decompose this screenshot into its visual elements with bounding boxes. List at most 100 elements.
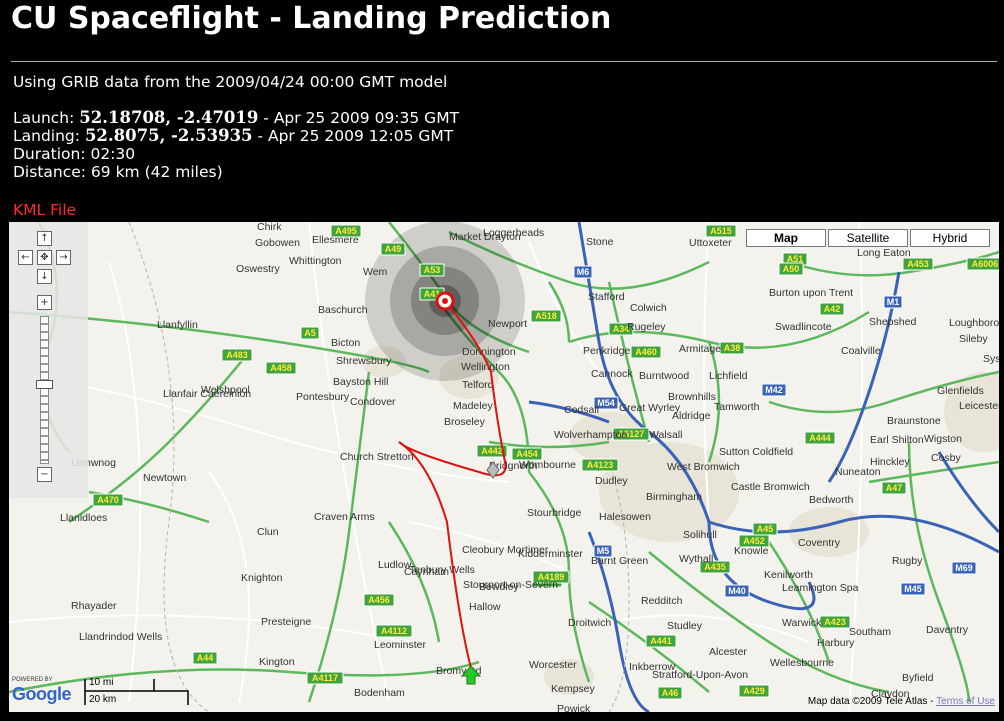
landing-line: Landing: 52.8075, -2.53935 - Apr 25 2009… [13,126,459,146]
svg-text:M42: M42 [765,385,783,395]
landing-coords: 52.8075, -2.53935 [84,126,253,145]
kml-file-link[interactable]: KML File [13,201,76,219]
svg-text:M69: M69 [955,563,973,573]
place-label: Stourbridge [527,507,581,519]
place-label: Stone [586,236,614,248]
place-label: Bayston Hill [333,376,388,388]
place-label: Loughborough [949,317,999,329]
place-label: Dudley [595,475,628,487]
google-logo[interactable]: POWERED BY Google [12,677,72,705]
place-label: Aldridge [672,410,711,422]
motorway-badge: M6 [573,265,593,279]
place-label: Armitage [679,343,721,355]
place-label: Barnt Green [591,555,648,567]
road-badge: A518 [530,309,562,323]
place-label: Baschurch [318,304,368,316]
place-label: Uttoxeter [689,237,732,249]
road-badge: A45 [752,522,778,536]
place-label: Harbury [817,637,855,649]
motorway-badge: M42 [761,383,787,397]
svg-text:A38: A38 [724,343,741,353]
svg-text:A53: A53 [424,265,441,275]
place-label: Daventry [926,624,969,636]
map-type-satellite-button[interactable]: Satellite [828,229,908,247]
place-label: Coventry [798,537,841,549]
place-label: Cosby [931,452,962,464]
place-label: Whittington [289,255,342,267]
road-badge: A453 [902,257,934,271]
place-label: Wem [363,266,388,278]
map-view[interactable]: A495 A49 A53 A41 A518 A34 A460 A38 A5 A483 A458 A44… [9,222,999,712]
place-label: Droitwich [568,617,611,629]
svg-text:A460: A460 [635,347,657,357]
pan-down-button[interactable]: ↓ [37,269,52,284]
road-badge: A456 [363,593,395,607]
place-label: Stratford-Upon-Avon [652,669,748,681]
place-label: Worcester [529,659,577,671]
place-label: Halesowen [599,511,651,523]
terms-of-use-link[interactable]: Terms of Use [936,696,995,707]
place-label: Bodenham [354,687,405,699]
place-label: Wolverhampton [554,429,628,441]
place-label: Knowle [734,545,769,557]
place-label: Swadlincote [775,321,832,333]
launch-line: Launch: 52.18708, -2.47019 - Apr 25 2009… [13,109,459,128]
svg-text:A49: A49 [385,244,402,254]
page-title: CU Spaceflight - Landing Prediction [11,1,612,36]
svg-text:A441: A441 [650,636,672,646]
svg-text:M54: M54 [597,398,615,408]
pan-up-button[interactable]: ↑ [37,231,52,246]
place-label: Leominster [374,639,426,651]
place-label: Shrewsbury [336,355,392,367]
place-label: Presteigne [261,616,311,628]
place-label: Llandrindod Wells [79,631,162,643]
map-type-map-button[interactable]: Map [746,229,826,247]
place-label: Oswestry [236,263,281,275]
svg-text:A423: A423 [824,617,846,627]
place-label: Southam [849,626,891,638]
pan-center-button[interactable]: ✥ [37,250,52,265]
svg-text:M45: M45 [904,584,922,594]
place-label: Church Stretton [340,451,414,463]
place-label: Bewdley [479,581,519,593]
place-label: Loggerheads [483,227,544,239]
place-label: Caynham [404,566,449,578]
pan-left-button[interactable]: ← [18,250,33,265]
place-label: Gobowen [255,237,300,249]
place-label: Craven Arms [314,511,375,523]
map-type-hybrid-button[interactable]: Hybrid [910,229,990,247]
copyright-text: Map data ©2009 Tele Atlas - [807,696,937,707]
landing-label: Landing: [13,127,80,145]
place-label: Newport [488,318,527,330]
place-label: Bicton [331,337,360,349]
place-label: Glenfields [937,385,984,397]
road-badge: A5 [300,326,320,340]
place-label: Kington [259,656,295,668]
road-badge: A444 [804,431,836,445]
svg-text:M40: M40 [728,586,746,596]
svg-text:A42: A42 [824,304,841,314]
svg-text:A45: A45 [757,524,774,534]
place-label: Lichfield [709,370,748,382]
road-badge: A460 [630,345,662,359]
place-label: Broseley [444,416,486,428]
zoom-in-button[interactable]: + [37,295,52,310]
svg-text:A470: A470 [97,495,119,505]
place-label: Knighton [241,572,283,584]
place-label: Kidderminster [518,548,583,560]
place-label: Condover [350,396,396,408]
zoom-slider-track[interactable] [40,316,49,464]
place-label: Ellesmere [312,234,359,246]
road-badge: A42 [819,302,845,316]
map-scale-bar: 10 mi 20 km [84,677,189,709]
landing-marker-icon[interactable] [435,291,455,311]
svg-text:A6006: A6006 [972,259,999,269]
zoom-out-button[interactable]: − [37,467,52,482]
place-label: Rugby [892,555,923,567]
place-label: Leamington Spa [782,582,859,594]
svg-text:A4117: A4117 [312,673,338,683]
place-label: Hinckley [870,456,910,468]
pan-right-button[interactable]: → [56,250,71,265]
zoom-slider-thumb[interactable] [36,380,53,389]
place-label: Kempsey [551,683,596,695]
